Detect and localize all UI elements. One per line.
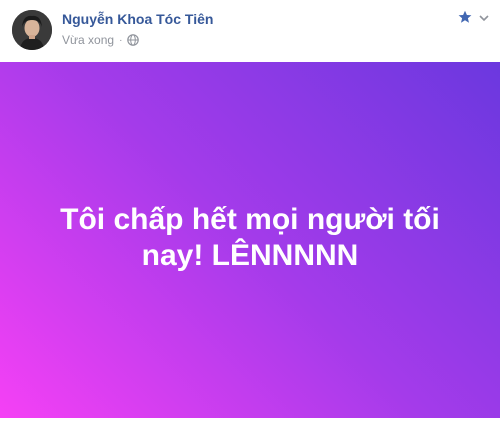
globe-icon[interactable] <box>127 34 140 46</box>
post-timestamp[interactable]: Vừa xong <box>62 33 114 47</box>
status-background-card: Tôi chấp hết mọi người tối nay! LÊNNNNN <box>0 62 500 418</box>
post-bottom-edge <box>0 418 500 422</box>
author-name[interactable]: Nguyễn Khoa Tóc Tiên <box>62 11 213 27</box>
author-avatar[interactable] <box>12 10 52 50</box>
chevron-down-icon[interactable] <box>478 12 490 24</box>
status-text: Tôi chấp hết mọi người tối nay! LÊNNNNN <box>60 203 440 272</box>
star-icon[interactable] <box>458 10 472 24</box>
facebook-post: Nguyễn Khoa Tóc Tiên Vừa xong · Tôi chấp… <box>0 0 500 422</box>
meta-separator: · <box>119 34 123 46</box>
post-meta: Vừa xong · <box>62 32 140 48</box>
post-header: Nguyễn Khoa Tóc Tiên Vừa xong · <box>0 0 500 62</box>
avatar-image <box>12 10 52 50</box>
